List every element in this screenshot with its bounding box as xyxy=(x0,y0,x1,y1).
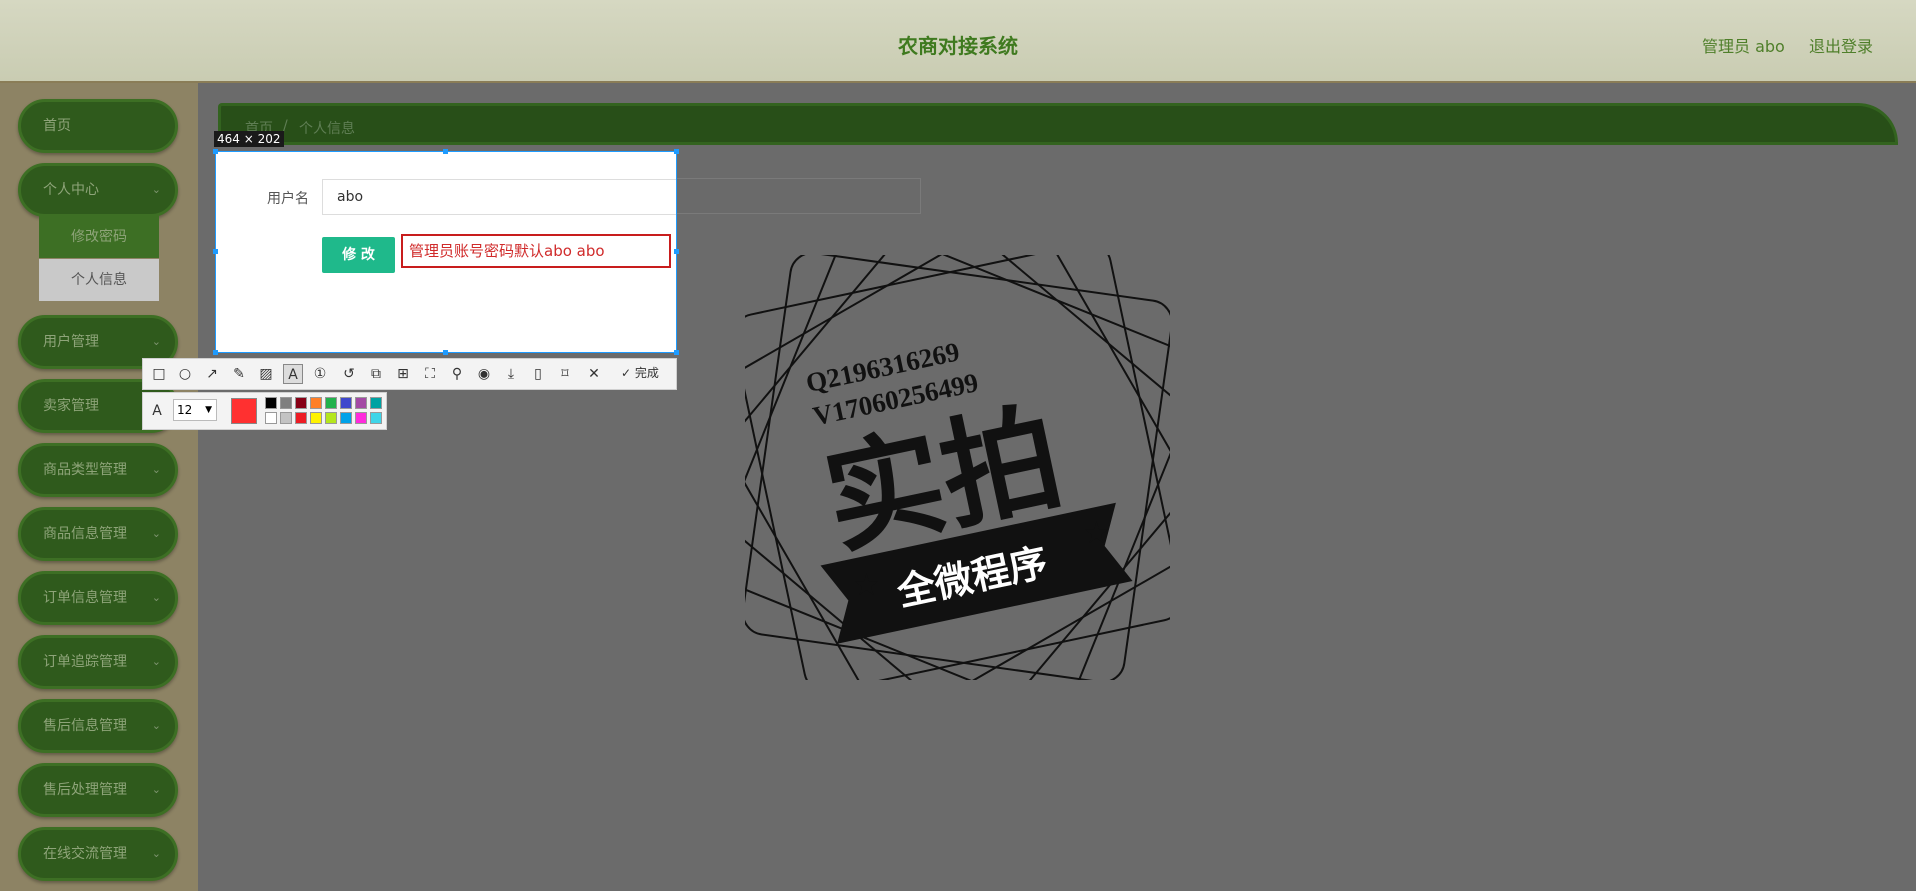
resize-handle[interactable] xyxy=(213,249,218,254)
current-user: 管理员 abo xyxy=(1702,37,1785,56)
edit-button[interactable]: 修 改 xyxy=(322,237,395,273)
app-title: 农商对接系统 xyxy=(898,34,1018,58)
resize-handle[interactable] xyxy=(674,249,679,254)
pencil-icon[interactable]: ✎ xyxy=(229,364,249,384)
pin-icon[interactable]: ⚲ xyxy=(447,364,467,384)
chevron-down-icon: ▼ xyxy=(205,405,212,415)
resize-handle[interactable] xyxy=(443,350,448,355)
color-swatch-skyblue[interactable] xyxy=(340,412,352,424)
number-marker-icon[interactable]: ① xyxy=(310,364,330,384)
sidebar-item-label: 订单追踪管理 xyxy=(43,654,127,670)
selection-size-label: 464 × 202 xyxy=(214,131,284,147)
color-swatch-gray[interactable] xyxy=(280,397,292,409)
text-properties-panel: A 12 ▼ xyxy=(142,392,387,430)
color-swatch-green[interactable] xyxy=(325,397,337,409)
username-input[interactable]: abo xyxy=(322,179,676,215)
mosaic-icon[interactable]: ▨ xyxy=(256,364,276,384)
sidebar-item-product-types[interactable]: 商品类型管理 ⌄ xyxy=(18,443,178,497)
chevron-down-icon: ⌄ xyxy=(151,783,161,796)
text-icon[interactable]: A xyxy=(283,364,303,384)
chevron-down-icon: ⌄ xyxy=(151,847,161,860)
submenu-item-change-password[interactable]: 修改密码 xyxy=(39,216,159,258)
color-swatch-teal[interactable] xyxy=(370,397,382,409)
watermark-stamp: Q2196316269 V17060256499 实拍 全微程序 ★ ★ xyxy=(745,255,1170,680)
color-swatch-magenta[interactable] xyxy=(355,412,367,424)
sidebar-item-orders[interactable]: 订单信息管理 ⌄ xyxy=(18,571,178,625)
screenshot-selection[interactable]: 用户名 abo 修 改 管理员账号密码默认abo abo xyxy=(215,151,677,353)
sidebar: 首页 个人中心 ⌄ 修改密码 个人信息 用户管理 ⌄ 卖家管理 ⌄ 商品类型管理 ⌄ 商… xyxy=(0,83,198,891)
breadcrumb: 首页 / 个人信息 xyxy=(218,103,1898,145)
star-icon: ★ xyxy=(853,568,880,603)
color-swatch-lime[interactable] xyxy=(325,412,337,424)
color-swatch-lightgray[interactable] xyxy=(280,412,292,424)
color-swatch-blue[interactable] xyxy=(340,397,352,409)
ellipse-icon[interactable]: ○ xyxy=(175,364,195,384)
star-icon: ★ xyxy=(1083,516,1110,551)
color-swatch-black[interactable] xyxy=(265,397,277,409)
color-swatch-purple[interactable] xyxy=(355,397,367,409)
sidebar-item-label: 订单信息管理 xyxy=(43,590,127,606)
color-swatch-orange[interactable] xyxy=(310,397,322,409)
sidebar-item-label: 商品信息管理 xyxy=(43,526,127,542)
sidebar-item-after-sales-handling[interactable]: 售后处理管理 ⌄ xyxy=(18,763,178,817)
sidebar-item-label: 售后信息管理 xyxy=(43,718,127,734)
annotation-text-box[interactable]: 管理员账号密码默认abo abo xyxy=(401,234,671,268)
resize-handle[interactable] xyxy=(443,149,448,154)
current-color-swatch[interactable] xyxy=(231,398,257,424)
chevron-down-icon: ⌄ xyxy=(151,527,161,540)
sidebar-item-label: 卖家管理 xyxy=(43,398,99,414)
sidebar-item-order-tracking[interactable]: 订单追踪管理 ⌄ xyxy=(18,635,178,689)
font-size-value: 12 xyxy=(177,403,193,417)
sidebar-item-personal-center[interactable]: 个人中心 ⌄ xyxy=(18,163,178,217)
resize-handle[interactable] xyxy=(213,350,218,355)
breadcrumb-separator: / xyxy=(283,118,288,134)
logout-link[interactable]: 退出登录 xyxy=(1809,33,1873,57)
chevron-down-icon: ⌄ xyxy=(151,655,161,668)
sidebar-item-label: 售后处理管理 xyxy=(43,782,127,798)
undo-icon[interactable]: ↺ xyxy=(339,364,359,384)
submenu-item-personal-info[interactable]: 个人信息 xyxy=(39,259,159,301)
sidebar-item-home[interactable]: 首页 xyxy=(18,99,178,153)
screenshot-toolbar: □ ○ ↗ ✎ ▨ A ① ↺ ⧉ ⊞ ⛶ ⚲ ◉ ⤓ ▯ ⌑ ✕ ✓ 完成 xyxy=(142,358,677,390)
font-size-select[interactable]: 12 ▼ xyxy=(173,399,217,421)
resize-handle[interactable] xyxy=(674,350,679,355)
color-swatch-white[interactable] xyxy=(265,412,277,424)
arrow-icon[interactable]: ↗ xyxy=(202,364,222,384)
rectangle-icon[interactable]: □ xyxy=(149,364,169,384)
sidebar-item-label: 在线交流管理 xyxy=(43,846,127,862)
resize-handle[interactable] xyxy=(674,149,679,154)
copy-icon[interactable]: ▯ xyxy=(528,364,548,384)
breadcrumb-current: 个人信息 xyxy=(299,121,355,137)
color-swatch-cyan[interactable] xyxy=(370,412,382,424)
sidebar-item-online-chat[interactable]: 在线交流管理 ⌄ xyxy=(18,827,178,881)
sidebar-item-products[interactable]: 商品信息管理 ⌄ xyxy=(18,507,178,561)
resize-handle[interactable] xyxy=(213,149,218,154)
color-swatch-darkred[interactable] xyxy=(295,397,307,409)
username-label: 用户名 xyxy=(267,191,309,207)
sidebar-item-label: 个人中心 xyxy=(43,182,99,198)
close-icon[interactable]: ✕ xyxy=(584,364,604,384)
sidebar-item-label: 商品类型管理 xyxy=(43,462,127,478)
top-header: 农商对接系统 管理员 abo 退出登录 xyxy=(0,0,1916,83)
color-swatch-red[interactable] xyxy=(295,412,307,424)
done-label: 完成 xyxy=(634,366,659,380)
done-button[interactable]: ✓ 完成 xyxy=(621,364,659,381)
chevron-down-icon: ⌄ xyxy=(151,591,161,604)
translate-icon[interactable]: ⊞ xyxy=(393,364,413,384)
sidebar-item-label: 用户管理 xyxy=(43,334,99,350)
bookmark-icon[interactable]: ⌑ xyxy=(555,364,575,384)
font-icon: A xyxy=(152,403,162,419)
sidebar-item-label: 首页 xyxy=(43,118,71,134)
ocr-icon[interactable]: ⧉ xyxy=(366,364,386,384)
chevron-down-icon: ⌄ xyxy=(151,463,161,476)
chevron-down-icon: ⌄ xyxy=(151,719,161,732)
sidebar-item-after-sales[interactable]: 售后信息管理 ⌄ xyxy=(18,699,178,753)
download-icon[interactable]: ⤓ xyxy=(501,364,521,384)
color-swatch-yellow[interactable] xyxy=(310,412,322,424)
confirm-icon: ✓ xyxy=(621,366,632,380)
record-icon[interactable]: ◉ xyxy=(474,364,494,384)
chevron-down-icon: ⌄ xyxy=(151,183,161,196)
long-screenshot-icon[interactable]: ⛶ xyxy=(420,364,440,384)
